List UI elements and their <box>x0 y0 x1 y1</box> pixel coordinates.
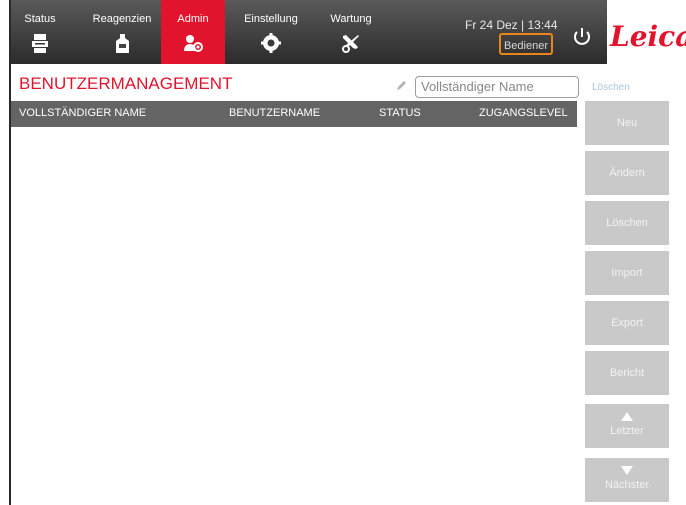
power-icon[interactable] <box>571 26 593 48</box>
nav-admin-label: Admin <box>177 13 209 25</box>
settings-gear-icon <box>261 33 281 53</box>
edit-user-button[interactable]: Ändern <box>585 151 669 195</box>
column-access-level[interactable]: ZUGANGSLEVEL <box>479 107 568 119</box>
date-time: Fr 24 Dez | 13:44 <box>465 18 558 32</box>
delete-user-button[interactable]: Löschen <box>585 201 669 245</box>
nav-admin[interactable]: Admin <box>161 0 225 64</box>
user-table-body <box>11 127 577 505</box>
nav-settings-label: Einstellung <box>244 13 298 25</box>
column-username[interactable]: BENUTZERNAME <box>229 107 320 119</box>
arrow-up-icon <box>621 412 633 421</box>
reagent-bottle-icon <box>116 34 129 53</box>
nav-status-label: Status <box>24 13 56 25</box>
next-page-label: Nächster <box>604 479 650 491</box>
previous-page-button[interactable]: Letzter <box>585 404 669 448</box>
column-status[interactable]: STATUS <box>379 107 421 119</box>
previous-page-label: Letzter <box>610 425 644 437</box>
admin-users-gear-icon <box>184 35 203 52</box>
arrow-down-icon <box>621 466 633 475</box>
brand-logo: Leica <box>610 20 686 53</box>
export-button[interactable]: Export <box>585 301 669 345</box>
pencil-icon <box>397 81 406 90</box>
column-full-name[interactable]: VOLLSTÄNDIGER NAME <box>19 107 146 119</box>
nav-reagents[interactable]: Reagenzien <box>83 0 161 64</box>
table-header: VOLLSTÄNDIGER NAME BENUTZERNAME STATUS Z… <box>11 101 577 127</box>
tools-icon <box>342 35 359 53</box>
name-search-input[interactable]: Vollständiger Name <box>415 76 579 98</box>
page-title: BENUTZERMANAGEMENT <box>19 74 233 93</box>
nav-maintenance[interactable]: Wartung <box>319 0 383 64</box>
next-page-button[interactable]: Nächster <box>585 458 669 502</box>
user-level-button[interactable]: Bediener <box>499 33 553 55</box>
nav-status[interactable]: Status <box>11 0 69 64</box>
clear-search-link[interactable]: Löschen <box>592 82 630 93</box>
top-nav-bar: Status Reagenzien Admin Einstellung Wart… <box>11 0 607 64</box>
import-button[interactable]: Import <box>585 251 669 295</box>
nav-settings[interactable]: Einstellung <box>237 0 305 64</box>
nav-reagents-label: Reagenzien <box>92 13 152 25</box>
nav-maintenance-label: Wartung <box>330 13 372 25</box>
report-button[interactable]: Bericht <box>585 351 669 395</box>
new-user-button[interactable]: Neu <box>585 101 669 145</box>
printer-icon <box>32 34 48 53</box>
